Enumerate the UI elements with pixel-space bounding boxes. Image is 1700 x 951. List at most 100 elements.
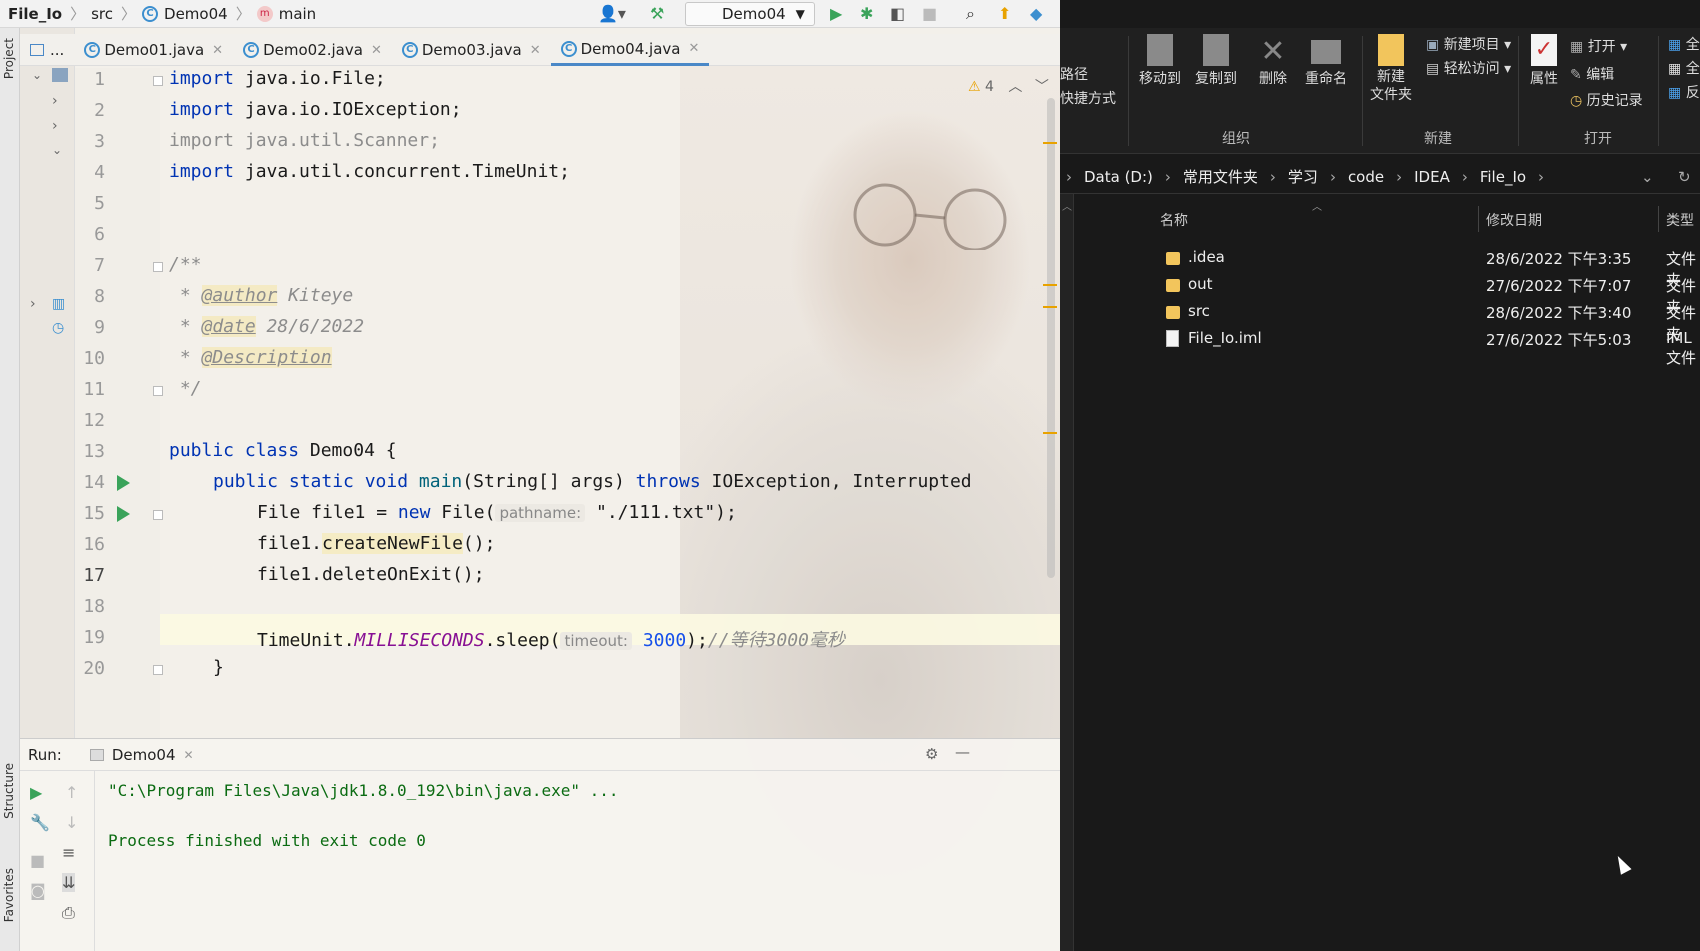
breadcrumb-project[interactable]: File_Io xyxy=(8,5,62,23)
chevron-down-icon[interactable]: ⌄ xyxy=(52,143,62,157)
chevron-right-icon[interactable]: › xyxy=(30,296,36,312)
gear-icon[interactable]: ⚙ xyxy=(925,745,938,763)
code-line-3: import java.util.Scanner; xyxy=(169,130,440,151)
fold-icon[interactable] xyxy=(153,386,163,396)
paste-shortcut-button[interactable]: 快捷方式 xyxy=(1060,88,1116,108)
scroll-to-end-icon[interactable]: ⇊ xyxy=(62,873,76,892)
column-header-type[interactable]: 类型 xyxy=(1666,210,1694,230)
soft-wrap-icon[interactable]: ≡ xyxy=(62,843,75,862)
project-toolwindow-tab[interactable]: Project xyxy=(2,38,16,79)
easy-access-button[interactable]: ▤ 轻松访问 ▾ xyxy=(1426,58,1511,78)
arrow-down-icon[interactable]: ↓ xyxy=(65,813,78,832)
close-icon[interactable]: ✕ xyxy=(530,43,541,58)
tab-demo02[interactable]: C Demo02.java ✕ xyxy=(233,34,392,66)
breadcrumb-class[interactable]: Demo04 xyxy=(164,5,228,23)
close-icon[interactable]: ✕ xyxy=(183,748,193,762)
copy-to-button[interactable]: 复制到 xyxy=(1188,34,1244,88)
fold-icon[interactable] xyxy=(153,665,163,675)
chevron-down-icon[interactable]: ﹀ xyxy=(1035,79,1049,95)
address-segment[interactable]: 学习 xyxy=(1288,166,1318,187)
new-item-button[interactable]: ▣ 新建项目 ▾ xyxy=(1426,34,1511,54)
address-segment[interactable]: File_Io xyxy=(1480,168,1526,186)
refresh-icon[interactable]: ↻ xyxy=(1678,168,1691,186)
fold-icon[interactable] xyxy=(153,76,163,86)
fold-icon[interactable] xyxy=(153,510,163,520)
stop-icon[interactable]: ■ xyxy=(922,4,937,23)
run-gutter-icon[interactable] xyxy=(117,506,130,522)
search-icon[interactable]: ⌕ xyxy=(966,4,975,24)
chevron-right-icon: › xyxy=(1066,167,1072,186)
edit-button[interactable]: ✎ 编辑 xyxy=(1570,64,1614,84)
update-icon[interactable]: ⬆ xyxy=(998,4,1011,23)
new-folder-button[interactable]: 新建 文件夹 xyxy=(1366,34,1416,104)
properties-button[interactable]: ✓ 属性 xyxy=(1522,34,1566,88)
file-row[interactable]: .idea 28/6/2022 下午3:35 文件夹 xyxy=(1098,248,1698,289)
close-icon[interactable]: ✕ xyxy=(371,43,382,58)
navigation-pane-scrollbar[interactable]: ︿ xyxy=(1060,194,1074,951)
column-divider[interactable] xyxy=(1478,206,1479,232)
build-hammer-icon[interactable]: ⚒ xyxy=(650,4,664,23)
error-stripe-mark[interactable] xyxy=(1043,306,1057,308)
close-icon[interactable]: ✕ xyxy=(688,41,699,56)
print-icon[interactable]: ⎙ xyxy=(62,903,75,923)
address-bar[interactable]: › Data (D:) › 常用文件夹 › 学习 › code › IDEA ›… xyxy=(1060,160,1700,194)
favorites-toolwindow-tab[interactable]: Favorites xyxy=(2,868,16,922)
chevron-up-icon[interactable]: ︿ xyxy=(1008,79,1022,95)
editor-scrollbar[interactable] xyxy=(1047,98,1055,578)
error-stripe-mark[interactable] xyxy=(1043,284,1057,286)
chevron-down-icon: ▼ xyxy=(795,7,805,21)
tab-demo04[interactable]: C Demo04.java ✕ xyxy=(550,34,710,66)
chevron-up-icon[interactable]: ︿ xyxy=(1062,198,1072,213)
column-header-name[interactable]: 名称 xyxy=(1160,210,1188,230)
chevron-down-icon[interactable]: ⌄ xyxy=(1641,168,1654,186)
address-segment[interactable]: IDEA xyxy=(1414,168,1450,186)
rename-button[interactable]: 重命名 xyxy=(1298,34,1354,88)
tab-demo01[interactable]: C Demo01.java ✕ xyxy=(74,34,233,66)
tab-demo03[interactable]: C Demo03.java ✕ xyxy=(392,34,551,66)
chevron-right-icon[interactable]: › xyxy=(52,93,58,109)
breadcrumb-folder[interactable]: src xyxy=(91,5,113,23)
fold-icon[interactable] xyxy=(153,262,163,272)
copy-path-button[interactable]: 路径 xyxy=(1060,64,1088,84)
column-header-modified[interactable]: 修改日期 xyxy=(1486,210,1542,230)
run-icon[interactable]: ▶ xyxy=(830,4,842,23)
run-tab[interactable]: Demo04 ✕ xyxy=(89,746,194,764)
history-button[interactable]: ◷ 历史记录 xyxy=(1570,90,1643,110)
tab-label: Demo04.java xyxy=(580,39,681,58)
error-stripe-mark[interactable] xyxy=(1043,142,1057,144)
camera-icon[interactable]: ◙ xyxy=(30,881,46,900)
open-button[interactable]: ▦ 打开 ▾ xyxy=(1570,36,1627,56)
select-all-button[interactable]: ▦ 全 xyxy=(1668,34,1700,54)
close-icon[interactable]: ✕ xyxy=(212,43,223,58)
column-divider[interactable] xyxy=(1658,206,1659,232)
error-stripe-mark[interactable] xyxy=(1043,432,1057,434)
rerun-icon[interactable]: ▶ xyxy=(30,783,42,802)
wrench-icon[interactable]: 🔧 xyxy=(30,813,50,832)
chevron-down-icon[interactable]: ⌄ xyxy=(32,68,42,82)
code-editor[interactable]: 1 2 3 4 5 6 7 8 9 10 11 12 13 14 15 16 1… xyxy=(75,68,1060,738)
address-segment[interactable]: code xyxy=(1348,168,1384,186)
minimize-icon[interactable]: — xyxy=(955,743,970,761)
tab-overflow[interactable]: ... xyxy=(20,34,74,66)
debug-icon[interactable]: ✱ xyxy=(860,4,873,23)
address-segment[interactable]: Data (D:) xyxy=(1084,168,1153,186)
delete-button[interactable]: ✕ 删除 xyxy=(1250,34,1296,88)
file-row[interactable]: out 27/6/2022 下午7:07 文件夹 xyxy=(1098,275,1698,316)
chevron-right-icon[interactable]: › xyxy=(52,118,58,134)
file-row[interactable]: File_Io.iml 27/6/2022 下午5:03 IML 文件 xyxy=(1098,329,1698,367)
invert-selection-button[interactable]: ▦ 反 xyxy=(1668,82,1700,102)
arrow-up-icon[interactable]: ↑ xyxy=(65,783,78,802)
inspection-widget[interactable]: ⚠ 4 ︿ ﹀ xyxy=(968,76,1049,96)
breadcrumb-method[interactable]: main xyxy=(279,5,316,23)
run-configuration-select[interactable]: Demo04 ▼ xyxy=(685,2,815,26)
structure-toolwindow-tab[interactable]: Structure xyxy=(2,763,16,819)
select-none-button[interactable]: ▦ 全 xyxy=(1668,58,1700,78)
stop-icon[interactable]: ■ xyxy=(30,851,45,870)
run-gutter-icon[interactable] xyxy=(117,475,130,491)
coverage-icon[interactable]: ◧ xyxy=(890,4,905,23)
ide-logo-icon[interactable]: ◆ xyxy=(1030,4,1042,23)
move-to-button[interactable]: 移动到 xyxy=(1132,34,1188,88)
file-row[interactable]: src 28/6/2022 下午3:40 文件夹 xyxy=(1098,302,1698,343)
user-icon[interactable]: 👤▾ xyxy=(598,4,626,23)
address-segment[interactable]: 常用文件夹 xyxy=(1183,166,1258,187)
